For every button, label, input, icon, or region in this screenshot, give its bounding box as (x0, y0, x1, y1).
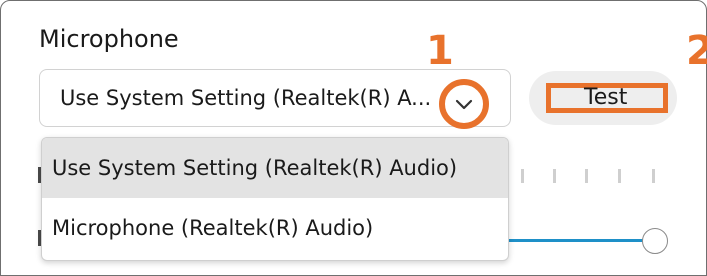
volume-slider-track[interactable] (509, 239, 649, 242)
dropdown-toggle-highlight[interactable] (439, 79, 489, 129)
microphone-dropdown-list: Use System Setting (Realtek(R) Audio) Mi… (41, 137, 509, 261)
slider-tick (618, 169, 621, 183)
slider-tick (652, 169, 655, 183)
section-title: Microphone (39, 25, 179, 53)
volume-slider-thumb[interactable] (642, 228, 668, 254)
annotation-marker-2: 2 (686, 28, 707, 74)
slider-tick (521, 169, 524, 183)
annotation-marker-1: 1 (426, 28, 454, 74)
microphone-settings-panel: Microphone 1 2 Use System Setting (Realt… (0, 0, 707, 276)
slider-tick (553, 169, 556, 183)
dropdown-option-system-setting[interactable]: Use System Setting (Realtek(R) Audio) (42, 138, 508, 198)
microphone-select-value: Use System Setting (Realtek(R) A... (60, 86, 432, 110)
dropdown-option-microphone[interactable]: Microphone (Realtek(R) Audio) (42, 198, 508, 258)
test-button-label: Test (584, 85, 628, 110)
chevron-down-icon (455, 99, 473, 110)
slider-tick (585, 169, 588, 183)
